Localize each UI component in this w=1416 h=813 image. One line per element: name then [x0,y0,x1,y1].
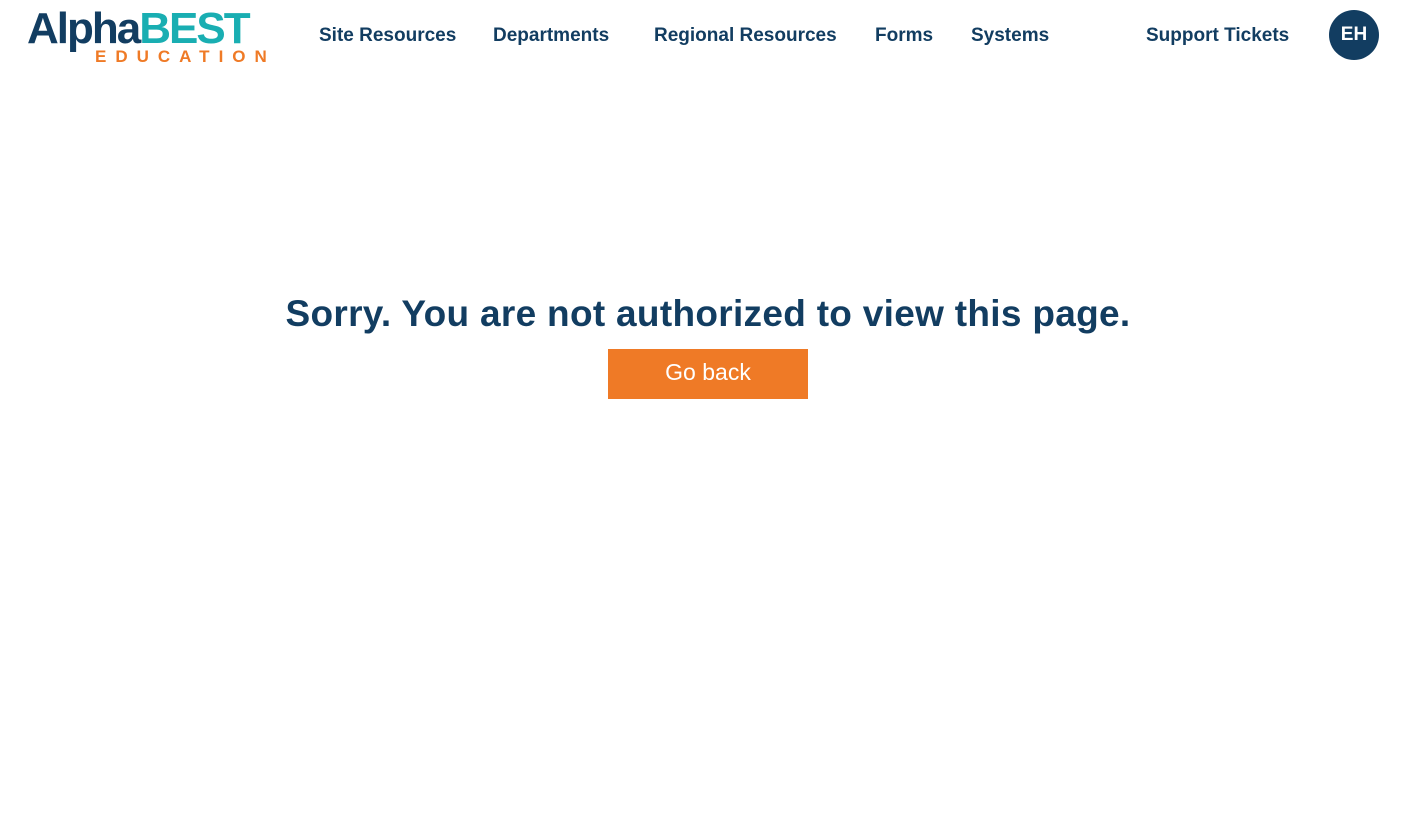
nav-regional-resources[interactable]: Regional Resources [654,24,837,48]
user-avatar[interactable]: EH [1329,10,1379,60]
nav-departments[interactable]: Departments [493,24,609,48]
nav-forms[interactable]: Forms [875,24,933,48]
logo-alpha-text: Alpha [27,4,141,53]
nav-site-resources[interactable]: Site Resources [319,24,456,48]
logo-education-text: EDUCATION [95,47,276,66]
unauthorized-message: Sorry. You are not authorized to view th… [285,293,1131,334]
logo-best-text: BEST [139,4,250,53]
nav-support-tickets[interactable]: Support Tickets [1146,24,1289,48]
top-navigation-bar: AlphaBEST EDUCATION Site Resources Depar… [0,0,1416,72]
go-back-button[interactable]: Go back [608,349,808,399]
nav-systems[interactable]: Systems [971,24,1049,48]
alphabest-education-logo[interactable]: AlphaBEST EDUCATION [27,4,291,66]
